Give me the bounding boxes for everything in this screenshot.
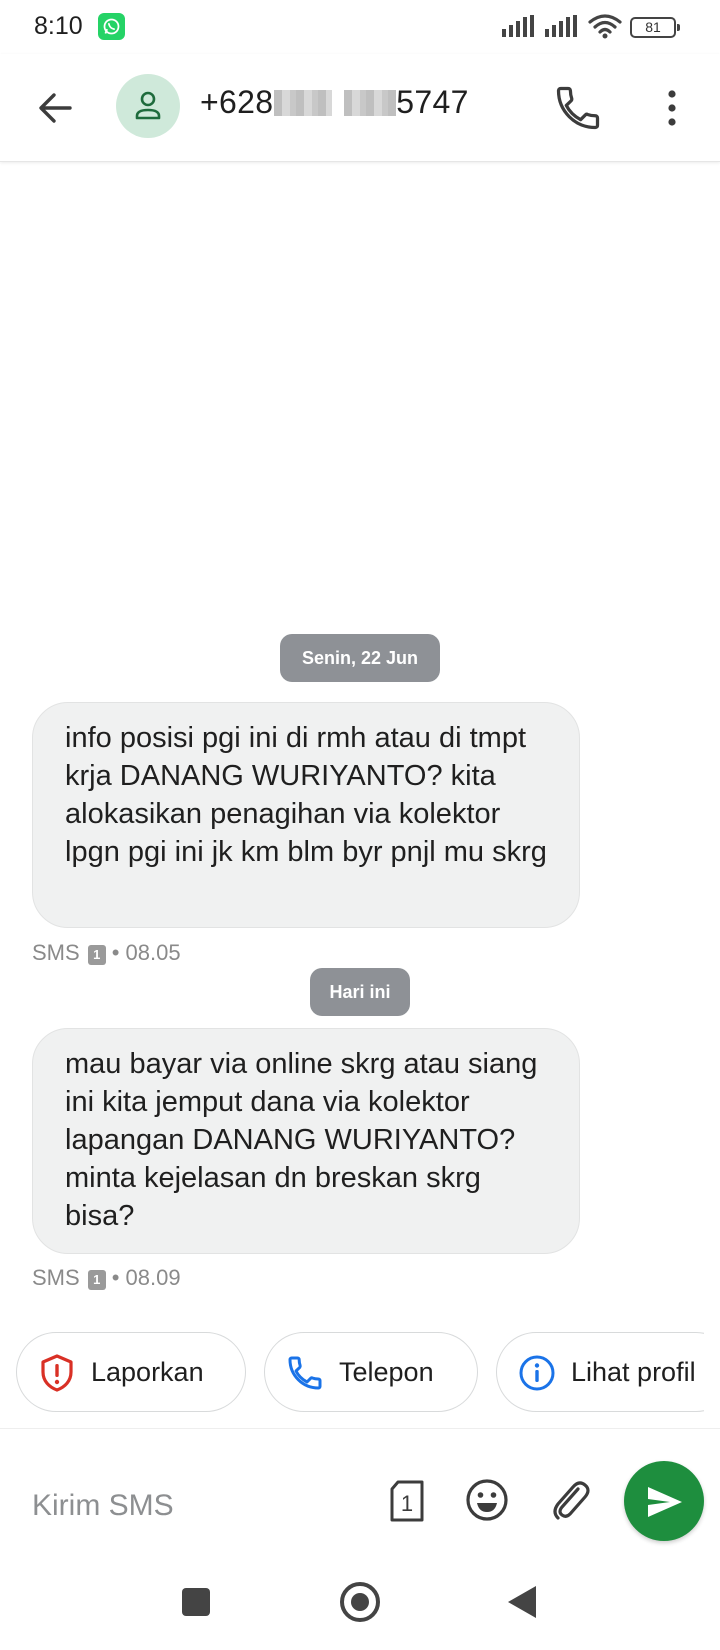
message-meta: SMS 1 • 08.09: [32, 1265, 181, 1291]
conversation-header: +628 5747: [0, 54, 720, 162]
report-chip[interactable]: Laporkan: [16, 1332, 246, 1412]
signal-icon-sim2: [545, 15, 577, 37]
back-arrow-icon: [39, 93, 72, 123]
redacted-digits: [344, 90, 397, 116]
incoming-message[interactable]: info posisi pgi ini di rmh atau di tmpt …: [32, 702, 580, 928]
contact-number-suffix: 5747: [396, 84, 469, 120]
contact-number[interactable]: +628 5747: [200, 84, 469, 121]
message-type: SMS: [32, 940, 80, 965]
more-options-button[interactable]: [652, 82, 692, 134]
wifi-icon: [588, 14, 622, 39]
whatsapp-icon: [98, 13, 125, 40]
sim-number: 1: [401, 1491, 413, 1516]
emoji-button[interactable]: [464, 1477, 510, 1528]
call-button[interactable]: [552, 82, 604, 134]
suggestion-chips: Laporkan Telepon Lihat profil: [0, 1332, 704, 1412]
status-bar: 8:10 81: [0, 0, 720, 54]
sim-select-button[interactable]: 1: [388, 1479, 426, 1528]
view-profile-chip[interactable]: Lihat profil: [496, 1332, 704, 1412]
nav-back-button[interactable]: [508, 1586, 536, 1618]
report-chip-label: Laporkan: [91, 1357, 204, 1387]
battery-icon: 81: [630, 17, 680, 38]
home-button[interactable]: [340, 1582, 380, 1622]
system-nav-bar: [0, 1578, 720, 1650]
contact-avatar[interactable]: [116, 74, 180, 138]
sim-card-icon: 1: [390, 1480, 424, 1522]
person-icon: [135, 91, 161, 120]
attach-button[interactable]: [548, 1477, 592, 1528]
call-chip-label: Telepon: [339, 1357, 434, 1387]
date-divider: Senin, 22 Jun: [280, 634, 440, 682]
sim-badge: 1: [87, 1270, 106, 1290]
send-button[interactable]: [624, 1461, 704, 1541]
message-time: • 08.05: [111, 940, 181, 965]
signal-icon-sim1: [502, 15, 534, 37]
message-type: SMS: [32, 1265, 80, 1290]
emoji-icon: [466, 1479, 508, 1521]
back-button[interactable]: [30, 82, 82, 134]
date-divider: Hari ini: [310, 968, 410, 1016]
info-icon: [519, 1355, 555, 1391]
view-profile-chip-label: Lihat profil: [571, 1357, 696, 1387]
redacted-digits: [274, 90, 333, 116]
incoming-message[interactable]: mau bayar via online skrg atau siang ini…: [32, 1028, 580, 1254]
compose-bar: 1: [0, 1428, 720, 1578]
recent-apps-button[interactable]: [182, 1588, 210, 1616]
battery-level: 81: [645, 19, 661, 35]
contact-number-visible-digit: 8: [255, 84, 274, 120]
sim-badge: 1: [87, 945, 106, 965]
report-shield-icon: [41, 1354, 73, 1392]
phone-icon: [288, 1356, 322, 1390]
message-meta: SMS 1 • 08.05: [32, 940, 181, 966]
phone-icon: [556, 86, 600, 130]
contact-number-prefix: +62: [200, 84, 256, 120]
status-time: 8:10: [34, 12, 83, 40]
send-icon: [648, 1487, 682, 1517]
message-input[interactable]: [32, 1481, 362, 1531]
paperclip-icon: [553, 1481, 590, 1520]
call-chip[interactable]: Telepon: [264, 1332, 478, 1412]
more-vert-icon: [668, 90, 676, 126]
message-time: • 08.09: [111, 1265, 181, 1290]
